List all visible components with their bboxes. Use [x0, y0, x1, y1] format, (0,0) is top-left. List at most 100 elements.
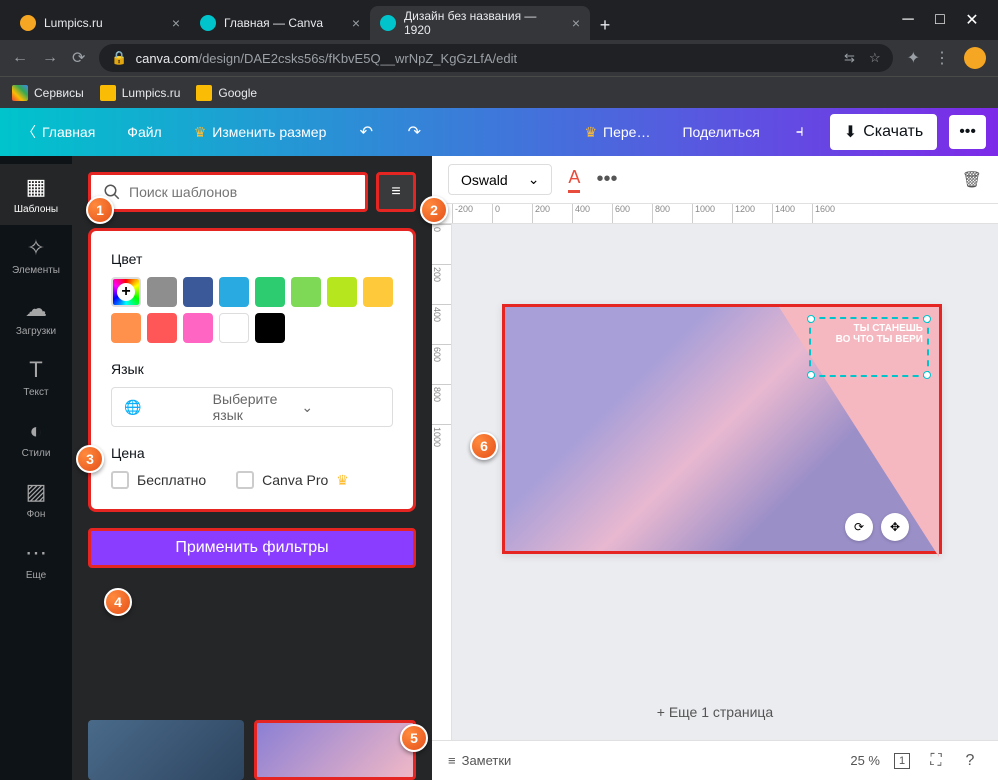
- avatar[interactable]: [964, 47, 986, 69]
- price-section-label: Цена: [111, 445, 393, 461]
- stats-button[interactable]: ⫞: [782, 114, 818, 150]
- url-bar: ← → ⟳ 🔒 canva.com/design/DAE2csks56s/fKb…: [0, 40, 998, 76]
- label: Поделиться: [682, 124, 759, 140]
- back-icon[interactable]: ←: [12, 49, 28, 67]
- selected-text-element[interactable]: ТЫ СТАНЕШЬ ВО ЧТО ТЫ ВЕРИ: [809, 317, 929, 377]
- menu-icon[interactable]: ⋮: [934, 48, 950, 68]
- sidebar-label: Стили: [22, 448, 51, 459]
- ruler-tick: 400: [432, 304, 451, 344]
- translate-button[interactable]: ♛Пере…: [574, 118, 660, 147]
- delete-button[interactable]: 🗑: [962, 170, 982, 190]
- language-select[interactable]: 🌐 Выберите язык ⌄: [111, 387, 393, 427]
- checkbox-label: Бесплатно: [137, 472, 206, 488]
- close-icon[interactable]: ×: [352, 15, 360, 31]
- color-swatch[interactable]: [147, 313, 177, 343]
- more-options-button[interactable]: •••: [596, 168, 617, 191]
- color-swatch[interactable]: [111, 313, 141, 343]
- annotation-marker-4: 4: [104, 588, 132, 616]
- star-icon[interactable]: ☆: [869, 50, 881, 66]
- window-min[interactable]: ─: [902, 14, 914, 26]
- tab-canva-design[interactable]: Дизайн без названия — 1920 ×: [370, 6, 590, 40]
- rotate-button[interactable]: ⟳: [845, 513, 873, 541]
- reload-icon[interactable]: ⟳: [72, 48, 85, 68]
- color-swatch[interactable]: [255, 313, 285, 343]
- sidebar-label: Шаблоны: [14, 204, 58, 215]
- add-page-button[interactable]: + Еще 1 страница: [657, 704, 773, 720]
- resize-handle[interactable]: [807, 315, 815, 323]
- tab-lumpics[interactable]: Lumpics.ru ×: [10, 6, 190, 40]
- file-button[interactable]: Файл: [117, 118, 171, 146]
- color-section-label: Цвет: [111, 251, 393, 267]
- filter-button[interactable]: ≡: [376, 172, 416, 212]
- forward-icon[interactable]: →: [42, 49, 58, 67]
- resize-handle[interactable]: [923, 371, 931, 379]
- chevron-down-icon: ⌄: [301, 399, 380, 416]
- notes-button[interactable]: ≡Заметки: [448, 753, 511, 768]
- color-swatch[interactable]: [363, 277, 393, 307]
- canvas-page[interactable]: ТЫ СТАНЕШЬ ВО ЧТО ТЫ ВЕРИ ⟳ ✥: [502, 304, 942, 554]
- ruler-tick: 1000: [692, 204, 732, 223]
- color-swatch[interactable]: [183, 277, 213, 307]
- more-button[interactable]: •••: [949, 115, 986, 149]
- color-swatch[interactable]: [183, 313, 213, 343]
- template-thumb[interactable]: [88, 720, 244, 780]
- extensions-icon[interactable]: ✦: [907, 48, 920, 68]
- ruler-tick: 600: [612, 204, 652, 223]
- zoom-level[interactable]: 25 %: [850, 753, 880, 768]
- translate-icon[interactable]: ⇆: [844, 50, 855, 66]
- search-input[interactable]: [129, 184, 353, 200]
- resize-button[interactable]: ♛Изменить размер: [184, 118, 337, 147]
- ruler-tick: 200: [432, 264, 451, 304]
- window-max[interactable]: □: [934, 14, 946, 26]
- new-tab-button[interactable]: +: [590, 10, 620, 40]
- color-swatch[interactable]: [291, 277, 321, 307]
- search-input-wrap[interactable]: [88, 172, 368, 212]
- help-button[interactable]: ?: [958, 749, 982, 773]
- pro-checkbox[interactable]: Canva Pro♛: [236, 471, 349, 489]
- move-button[interactable]: ✥: [881, 513, 909, 541]
- redo-button[interactable]: ↷: [396, 114, 432, 150]
- apply-filters-button[interactable]: Применить фильтры: [88, 528, 416, 568]
- window-close[interactable]: ✕: [966, 14, 978, 26]
- home-button[interactable]: 〈Главная: [12, 116, 105, 148]
- share-button[interactable]: Поделиться: [672, 118, 769, 146]
- resize-handle[interactable]: [807, 371, 815, 379]
- chevron-down-icon: ⌄: [528, 171, 540, 188]
- bookmark-lumpics[interactable]: Lumpics.ru: [100, 85, 181, 101]
- sidebar-styles[interactable]: ◐ Стили: [0, 408, 72, 469]
- close-icon[interactable]: ×: [172, 15, 180, 31]
- font-select[interactable]: Oswald⌄: [448, 164, 552, 195]
- templates-panel: ≡ Цвет + Язык 🌐 Выберит: [72, 156, 432, 780]
- resize-handle[interactable]: [923, 315, 931, 323]
- styles-icon: ◐: [29, 418, 42, 444]
- sidebar-background[interactable]: ▨Фон: [0, 469, 72, 530]
- sidebar-uploads[interactable]: ☁Загрузки: [0, 286, 72, 347]
- ruler-tick: 200: [532, 204, 572, 223]
- color-swatch[interactable]: [255, 277, 285, 307]
- sidebar-templates[interactable]: ▦Шаблоны: [0, 164, 72, 225]
- ruler-tick: 1400: [772, 204, 812, 223]
- color-swatch[interactable]: [327, 277, 357, 307]
- ruler-tick: -200: [452, 204, 492, 223]
- text-color-button[interactable]: A: [568, 167, 580, 193]
- color-swatch[interactable]: [147, 277, 177, 307]
- close-icon[interactable]: ×: [572, 15, 580, 31]
- sidebar-elements[interactable]: ✧Элементы: [0, 225, 72, 286]
- sidebar-text[interactable]: TТекст: [0, 347, 72, 408]
- address-field[interactable]: 🔒 canva.com/design/DAE2csks56s/fKbvE5Q__…: [99, 44, 892, 72]
- tab-canva-home[interactable]: Главная — Canva ×: [190, 6, 370, 40]
- bookmark-apps[interactable]: Сервисы: [12, 85, 84, 101]
- template-thumb-selected[interactable]: [254, 720, 416, 780]
- color-swatch[interactable]: [219, 277, 249, 307]
- fullscreen-button[interactable]: ⛶: [924, 749, 948, 773]
- free-checkbox[interactable]: Бесплатно: [111, 471, 206, 489]
- sidebar-more[interactable]: ⋯Еще: [0, 530, 72, 591]
- undo-button[interactable]: ↶: [348, 114, 384, 150]
- ruler-tick: 800: [652, 204, 692, 223]
- download-button[interactable]: ⬇Скачать: [830, 114, 937, 150]
- bookmark-google[interactable]: Google: [196, 85, 257, 101]
- color-swatch[interactable]: [219, 313, 249, 343]
- folder-icon: [196, 85, 212, 101]
- add-color-button[interactable]: +: [111, 277, 141, 307]
- page-count[interactable]: 1: [890, 749, 914, 773]
